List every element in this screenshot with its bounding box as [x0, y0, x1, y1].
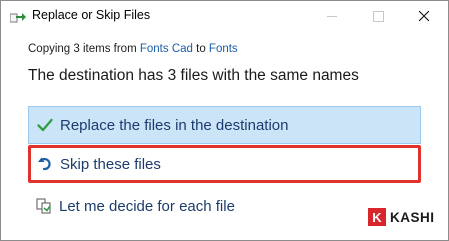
- replace-files-option[interactable]: Replace the files in the destination: [28, 106, 421, 144]
- maximize-button[interactable]: [355, 1, 401, 31]
- skip-arrow-icon: [36, 155, 54, 173]
- window-title: Replace or Skip Files: [32, 8, 151, 22]
- copy-status-to: to: [196, 43, 206, 55]
- source-folder-link[interactable]: Fonts Cad: [140, 43, 193, 55]
- replace-skip-dialog: Replace or Skip Files Copying 3 items fr…: [0, 0, 449, 241]
- decide-each-file-label: Let me decide for each file: [59, 197, 235, 215]
- title-bar[interactable]: Replace or Skip Files: [1, 1, 448, 31]
- copy-status-text: Copying 3 items from Fonts Cad to Fonts: [28, 43, 238, 55]
- minimize-icon: [327, 15, 337, 17]
- close-button[interactable]: [401, 1, 447, 31]
- destination-folder-link[interactable]: Fonts: [209, 43, 238, 55]
- skip-files-option[interactable]: Skip these files: [28, 145, 421, 183]
- replace-files-label: Replace the files in the destination: [60, 116, 289, 134]
- decide-each-file-option[interactable]: Let me decide for each file: [28, 189, 421, 223]
- checkmark-icon: [36, 116, 54, 134]
- minimize-button[interactable]: [309, 1, 355, 31]
- kashi-watermark: K KASHI: [368, 208, 435, 226]
- close-icon: [419, 11, 429, 21]
- skip-files-label: Skip these files: [60, 155, 161, 173]
- kashi-logo-icon: K: [368, 208, 386, 226]
- file-move-icon: [10, 13, 26, 23]
- conflict-heading: The destination has 3 files with the sam…: [28, 67, 359, 84]
- compare-files-icon: [35, 197, 53, 215]
- maximize-icon: [372, 10, 384, 22]
- copy-status-prefix: Copying 3 items from: [28, 43, 137, 55]
- kashi-logo-text: KASHI: [390, 209, 435, 225]
